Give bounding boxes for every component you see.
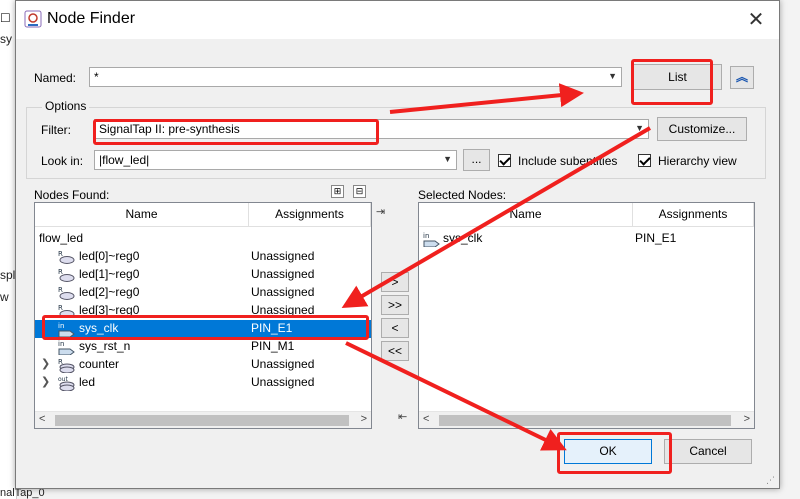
cancel-button[interactable]: Cancel: [664, 439, 752, 464]
hierarchy-view-label: Hierarchy view: [658, 154, 737, 168]
hierarchy-view-checkbox[interactable]: [638, 154, 651, 167]
table-row[interactable]: in sys_clk PIN_E1: [419, 230, 754, 248]
filter-combobox[interactable]: SignalTap II: pre-synthesis ▼: [94, 119, 649, 139]
remove-all-button[interactable]: <<: [381, 341, 409, 361]
input-pin-icon: in: [58, 322, 75, 337]
svg-text:R: R: [58, 286, 63, 294]
scroll-left-icon[interactable]: <: [423, 413, 429, 425]
output-pin-icon: out: [58, 376, 75, 391]
svg-text:in: in: [58, 340, 64, 348]
table-row-selected[interactable]: in sys_clk PIN_E1: [35, 320, 371, 338]
look-in-value: |flow_led|: [99, 153, 150, 167]
column-header-name[interactable]: Name: [35, 203, 249, 227]
svg-text:in: in: [58, 322, 64, 330]
remove-arrow-icon: ⇤: [398, 411, 408, 423]
column-header-assignments[interactable]: Assignments: [633, 203, 754, 227]
list-button[interactable]: List: [633, 64, 722, 90]
named-label: Named:: [34, 71, 77, 85]
look-in-combobox[interactable]: |flow_led| ▼: [94, 150, 457, 170]
title-bar: Node Finder ✕: [16, 1, 779, 39]
background-text: w: [0, 290, 9, 304]
named-combobox[interactable]: * ▼: [89, 67, 622, 87]
filter-value: SignalTap II: pre-synthesis: [99, 122, 240, 136]
named-value: *: [94, 70, 99, 84]
table-row[interactable]: R led[3]~reg0 Unassigned: [35, 302, 371, 320]
collapse-all-icon[interactable]: ⊟: [353, 185, 366, 198]
register-group-icon: R: [58, 358, 75, 373]
collapse-button[interactable]: ︽: [730, 66, 754, 89]
expand-all-icon[interactable]: ⊞: [331, 185, 344, 198]
register-icon: R: [58, 250, 75, 264]
svg-text:in: in: [423, 232, 429, 240]
chevron-down-icon[interactable]: ▼: [443, 154, 452, 164]
table-row[interactable]: R led[2]~reg0 Unassigned: [35, 284, 371, 302]
node-finder-dialog: Node Finder ✕ Named: * ▼ List ︽ Options …: [15, 0, 780, 489]
table-row[interactable]: R led[1]~reg0 Unassigned: [35, 266, 371, 284]
add-all-button[interactable]: >>: [381, 295, 409, 315]
nodes-found-list[interactable]: Name Assignments flow_led R led[0]~reg0 …: [34, 202, 372, 429]
selected-nodes-label: Selected Nodes:: [418, 188, 507, 202]
table-row[interactable]: ❯ R counter Unassigned: [35, 356, 371, 374]
input-pin-icon: in: [58, 340, 75, 355]
look-in-label: Look in:: [41, 154, 84, 168]
table-row[interactable]: in sys_rst_n PIN_M1: [35, 338, 371, 356]
table-row[interactable]: ❯ out led Unassigned: [35, 374, 371, 392]
include-subentities-checkbox[interactable]: [498, 154, 511, 167]
close-icon[interactable]: ✕: [743, 7, 769, 33]
background-text: sy: [0, 32, 12, 46]
dialog-title: Node Finder: [47, 10, 136, 27]
ok-button[interactable]: OK: [564, 439, 652, 464]
chevron-down-icon[interactable]: ▼: [635, 123, 644, 133]
scroll-right-icon[interactable]: >: [361, 413, 367, 425]
filter-label: Filter:: [41, 123, 71, 137]
background-checkbox: ☐: [0, 11, 11, 25]
horizontal-scrollbar[interactable]: < >: [35, 411, 371, 428]
nodes-found-label: Nodes Found:: [34, 188, 110, 202]
resize-grip-icon[interactable]: ⋰: [766, 475, 775, 486]
table-row[interactable]: R led[0]~reg0 Unassigned: [35, 248, 371, 266]
register-icon: R: [58, 268, 75, 282]
register-icon: R: [58, 286, 75, 300]
tree-root[interactable]: flow_led: [35, 230, 371, 248]
browse-button[interactable]: ...: [463, 149, 490, 171]
add-button[interactable]: >: [381, 272, 409, 292]
svg-text:R: R: [58, 268, 63, 276]
remove-button[interactable]: <: [381, 318, 409, 338]
root-name: flow_led: [39, 231, 84, 245]
selected-nodes-list[interactable]: Name Assignments in sys_clk PIN_E1 < >: [418, 202, 755, 429]
svg-text:R: R: [58, 304, 63, 312]
horizontal-scrollbar[interactable]: < >: [419, 411, 754, 428]
register-icon: R: [58, 304, 75, 318]
input-pin-icon: in: [423, 232, 440, 247]
chevron-down-icon[interactable]: ▼: [608, 71, 617, 81]
options-label: Options: [42, 99, 90, 113]
column-header-assignments[interactable]: Assignments: [249, 203, 371, 227]
scrollbar-thumb[interactable]: [55, 415, 349, 426]
node-finder-app-icon: [24, 10, 42, 28]
add-arrow-icon: ⇥: [376, 206, 386, 218]
column-header-name[interactable]: Name: [419, 203, 633, 227]
include-subentities-label: Include subentities: [518, 154, 618, 168]
scroll-left-icon[interactable]: <: [39, 413, 45, 425]
customize-button[interactable]: Customize...: [657, 117, 747, 141]
background-text: spl: [0, 268, 16, 282]
scroll-right-icon[interactable]: >: [744, 413, 750, 425]
scrollbar-thumb[interactable]: [439, 415, 731, 426]
chevron-right-icon[interactable]: ❯: [41, 357, 50, 370]
chevron-right-icon[interactable]: ❯: [41, 375, 50, 388]
svg-text:R: R: [58, 250, 63, 258]
